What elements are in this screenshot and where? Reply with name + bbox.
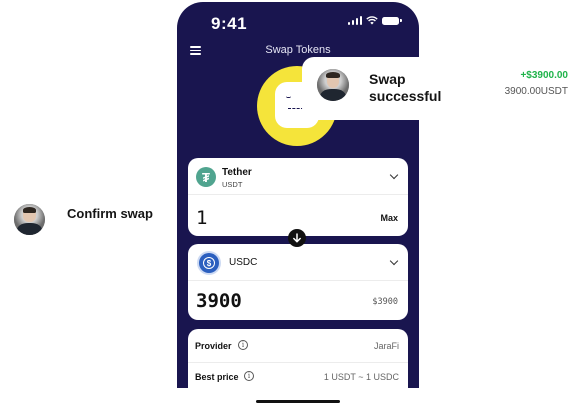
provider-value: JaraFi [373, 341, 399, 351]
info-icon[interactable]: i [244, 371, 254, 381]
chevron-down-icon[interactable] [389, 170, 399, 180]
from-token-symbol: USDT [222, 180, 243, 189]
provider-label: Provider [195, 341, 232, 351]
signal-icon [347, 16, 362, 25]
best-price-value: 1 USDT ~ 1 USDC [323, 372, 399, 382]
chevron-down-icon[interactable] [389, 256, 399, 266]
to-usd-value: $3900 [372, 297, 398, 307]
amount-token: 3900.00USDT [504, 86, 568, 97]
usdc-logo-icon: $ [199, 253, 219, 273]
wifi-icon [366, 16, 378, 25]
from-token-name: Tether [222, 167, 252, 178]
notification-title: Swap successful [369, 71, 442, 104]
swap-direction-button[interactable] [288, 229, 306, 247]
from-amount-input[interactable]: 1 [196, 207, 316, 229]
to-token-selector[interactable]: $ USDC [188, 244, 408, 281]
arrow-down-icon [293, 233, 301, 243]
to-amount-value: 3900 [196, 290, 242, 312]
to-token-card: $ USDC 3900 $3900 [188, 244, 408, 320]
from-token-card: ₮ Tether USDT 1 Max [188, 158, 408, 236]
max-button[interactable]: Max [380, 213, 398, 223]
user-avatar-left [14, 204, 45, 235]
swap-details-card: Provider i JaraFi Best price i 1 USDT ~ … [188, 329, 408, 388]
status-time: 9:41 [211, 14, 248, 33]
best-price-row: Best price i 1 USDT ~ 1 USDC [188, 363, 408, 388]
battery-icon [382, 16, 402, 25]
page-title: Swap Tokens [265, 44, 331, 56]
amount-change: +$3900.00 [520, 70, 568, 81]
to-token-name: USDC [229, 257, 258, 268]
confirm-swap-label: Confirm swap [67, 206, 153, 221]
info-icon[interactable]: i [238, 340, 248, 350]
provider-row[interactable]: Provider i JaraFi [188, 332, 408, 363]
home-indicator[interactable] [256, 400, 340, 403]
from-token-selector[interactable]: ₮ Tether USDT [188, 158, 408, 195]
best-price-label: Best price [195, 372, 239, 382]
status-bar: 9:41 [177, 2, 419, 42]
swap-success-notification: Swap successful [302, 57, 441, 120]
tether-logo-icon: ₮ [196, 167, 216, 187]
user-avatar [317, 69, 349, 101]
status-icons [347, 16, 402, 25]
